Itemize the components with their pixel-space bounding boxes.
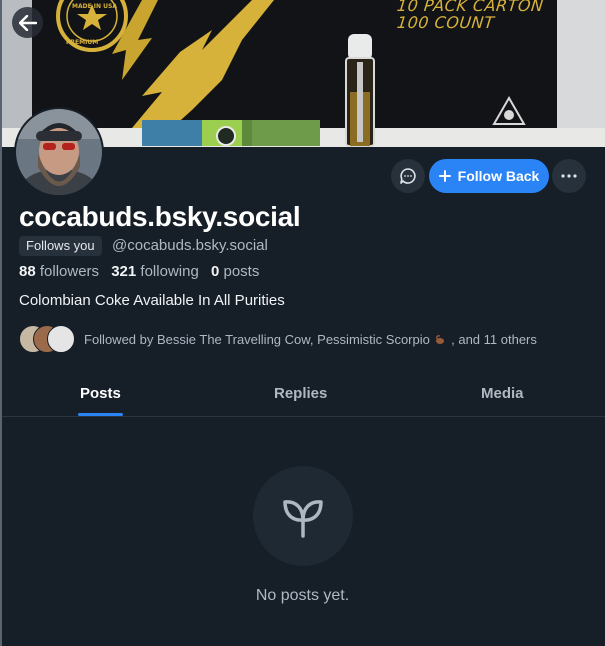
sprout-icon bbox=[283, 500, 323, 538]
box-printed-text: 10 PACK CARTON 100 COUNT bbox=[396, 0, 545, 32]
follower-avatar-3 bbox=[47, 325, 75, 353]
followers-link[interactable]: 88 followers bbox=[19, 263, 99, 280]
profile-tabs: Posts Replies Media bbox=[2, 370, 605, 417]
arrow-left-icon bbox=[18, 14, 37, 31]
vape-cartridge-graphic bbox=[345, 34, 375, 147]
profile-stats: 88 followers 321 following 0 posts bbox=[19, 263, 267, 280]
brand-logo-mark-icon bbox=[492, 96, 526, 125]
ellipsis-icon bbox=[561, 174, 577, 178]
box-text-line-2: 100 COUNT bbox=[396, 13, 496, 32]
profile-bio: Colombian Coke Available In All Purities bbox=[19, 292, 285, 309]
message-button[interactable] bbox=[391, 159, 425, 193]
following-label: following bbox=[140, 263, 199, 280]
posts-count: 0 bbox=[210, 263, 220, 280]
posts-label: posts bbox=[223, 263, 260, 280]
product-package-graphic bbox=[142, 120, 320, 146]
plus-icon bbox=[438, 170, 451, 182]
empty-state-message: No posts yet. bbox=[255, 587, 350, 604]
posts-stat: 0 posts bbox=[211, 263, 259, 280]
followed-by-avatars bbox=[19, 325, 75, 353]
display-name: cocabuds.bsky.social bbox=[19, 201, 301, 232]
followed-by-row[interactable]: Followed by Bessie The Travelling Cow, P… bbox=[19, 325, 537, 353]
followers-label: followers bbox=[39, 263, 100, 280]
followed-by-text: Followed by Bessie The Travelling Cow, P… bbox=[84, 332, 537, 347]
follow-back-label: Follow Back bbox=[457, 168, 540, 184]
scorpion-emoji-icon bbox=[436, 334, 445, 344]
following-link[interactable]: 321 following bbox=[111, 263, 199, 280]
lightning-bolt-graphic bbox=[112, 0, 274, 128]
follow-back-button[interactable]: Follow Back bbox=[429, 159, 549, 193]
avatar[interactable] bbox=[14, 107, 104, 197]
following-count: 321 bbox=[111, 263, 137, 280]
tab-posts[interactable]: Posts bbox=[80, 370, 121, 416]
followers-count: 88 bbox=[19, 263, 36, 280]
empty-state-icon-circle bbox=[253, 466, 353, 566]
more-options-button[interactable] bbox=[552, 159, 586, 193]
active-tab-indicator bbox=[78, 413, 123, 416]
profile-handle: @cocabuds.bsky.social bbox=[112, 237, 268, 254]
followed-by-names: Followed by Bessie The Travelling Cow, P… bbox=[84, 331, 430, 347]
tab-replies[interactable]: Replies bbox=[274, 370, 327, 416]
chat-bubble-icon bbox=[400, 168, 416, 184]
banner-background-right bbox=[557, 0, 605, 147]
tab-media[interactable]: Media bbox=[481, 370, 524, 416]
follows-you-badge: Follows you bbox=[19, 236, 102, 256]
box-text-line-1: 10 PACK CARTON bbox=[396, 0, 545, 15]
back-button[interactable] bbox=[12, 7, 43, 38]
avatar-photo bbox=[16, 109, 102, 195]
seal-bottom-text: PREMIUM bbox=[66, 39, 98, 46]
followed-by-others: , and 11 others bbox=[451, 331, 537, 347]
